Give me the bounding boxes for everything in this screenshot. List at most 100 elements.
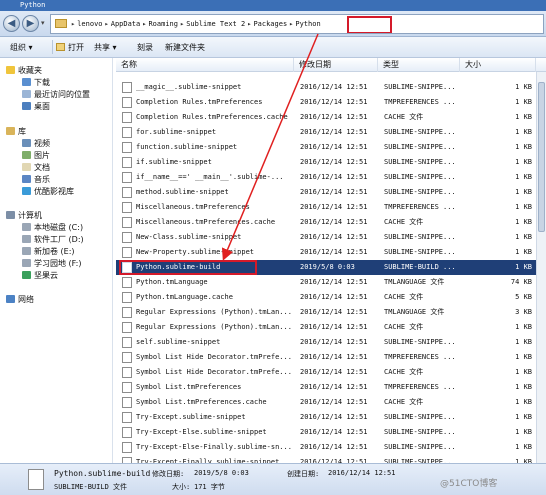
file-row[interactable]: for.sublime-snippet 2016/12/14 12:51 SUBLI… xyxy=(116,125,536,140)
file-row[interactable]: Try-Except-Else-Finally.sublime-sn... 201… xyxy=(116,440,536,455)
breadcrumb-sublime-text-2[interactable]: Sublime Text 2 xyxy=(186,15,245,33)
file-row[interactable]: Symbol List.tmPreferences.cache 2016/12/1… xyxy=(116,395,536,410)
breadcrumb-appdata[interactable]: AppData xyxy=(111,15,141,33)
sidebar-item-network[interactable]: 网络 xyxy=(6,294,34,305)
sidebar-item-libraries[interactable]: 库 xyxy=(6,126,26,137)
file-icon xyxy=(122,172,132,183)
file-row[interactable]: Regular Expressions (Python).tmLan... 201… xyxy=(116,305,536,320)
breadcrumb-lenovo[interactable]: lenovo xyxy=(77,15,102,33)
organize-button[interactable]: 组织 ▾ xyxy=(10,42,33,53)
file-row[interactable]: function.sublime-snippet 2016/12/14 12:51… xyxy=(116,140,536,155)
chevron-icon[interactable]: ▸ xyxy=(105,20,109,28)
file-row[interactable]: New-Property.sublime-snippet 2016/12/14 1… xyxy=(116,245,536,260)
file-date: 2016/12/14 12:51 xyxy=(300,338,368,346)
sidebar-item-pictures[interactable]: 图片 xyxy=(22,150,50,161)
burn-button[interactable]: 刻录 xyxy=(137,42,153,53)
file-name: Miscellaneous.tmPreferences xyxy=(136,203,250,211)
file-row[interactable]: Python.tmLanguage.cache 2016/12/14 12:51 C… xyxy=(116,290,536,305)
breadcrumb-roaming[interactable]: Roaming xyxy=(148,15,178,33)
file-row[interactable]: self.sublime-snippet 2016/12/14 12:51 SUBL… xyxy=(116,335,536,350)
highlight-box-breadcrumb xyxy=(347,16,392,33)
details-type: SUBLIME-BUILD 文件 xyxy=(54,483,128,491)
sidebar-label: 计算机 xyxy=(18,211,42,220)
file-row[interactable]: __magic__.sublime-snippet 2016/12/14 12:5… xyxy=(116,80,536,95)
file-row[interactable]: Miscellaneous.tmPreferences.cache 2016/12… xyxy=(116,215,536,230)
file-type: CACHE 文件 xyxy=(384,218,424,226)
file-row[interactable]: Regular Expressions (Python).tmLan... 201… xyxy=(116,320,536,335)
file-icon xyxy=(122,157,132,168)
file-row[interactable]: Symbol List Hide Decorator.tmPrefe... 201… xyxy=(116,350,536,365)
sidebar-item-youku[interactable]: 优酷影视库 xyxy=(22,186,74,197)
sidebar-item-drive-f[interactable]: 学习园地 (F:) xyxy=(22,258,81,269)
file-row[interactable]: Completion Rules.tmPreferences 2016/12/14… xyxy=(116,95,536,110)
sidebar-item-downloads[interactable]: 下载 xyxy=(22,77,50,88)
sidebar-item-videos[interactable]: 视频 xyxy=(22,138,50,149)
file-row[interactable]: Try-Except-Else.sublime-snippet 2016/12/1… xyxy=(116,425,536,440)
scrollbar-thumb[interactable] xyxy=(538,82,545,232)
details-size-label: 大小: xyxy=(172,483,191,491)
open-button[interactable]: 打开 xyxy=(56,42,84,53)
sidebar-item-drive-e[interactable]: 新加卷 (E:) xyxy=(22,246,75,257)
chevron-icon[interactable]: ▸ xyxy=(142,20,146,28)
column-header-name[interactable]: 名称 xyxy=(116,58,294,72)
file-name: Completion Rules.tmPreferences xyxy=(136,98,263,106)
vertical-scrollbar[interactable] xyxy=(536,72,546,463)
file-icon xyxy=(122,97,132,108)
forward-button[interactable]: ▶ xyxy=(22,15,39,32)
file-row[interactable]: Miscellaneous.tmPreferences 2016/12/14 12… xyxy=(116,200,536,215)
file-icon xyxy=(122,112,132,123)
file-type: TMPREFERENCES ... xyxy=(384,353,456,361)
file-date: 2016/12/14 12:51 xyxy=(300,113,368,121)
breadcrumb-python[interactable]: Python xyxy=(295,15,320,33)
window-title-bar: Python xyxy=(0,0,546,11)
file-row[interactable]: Python.sublime-build 2019/5/8 0:03 SUBLIME… xyxy=(116,260,536,275)
sidebar-label: 桌面 xyxy=(34,102,50,111)
file-row[interactable]: if.sublime-snippet 2016/12/14 12:51 SUBLIM… xyxy=(116,155,536,170)
file-type: SUBLIME-SNIPPE... xyxy=(384,83,456,91)
file-date: 2016/12/14 12:51 xyxy=(300,353,368,361)
column-header-size[interactable]: 大小 xyxy=(460,58,536,72)
sidebar-item-computer[interactable]: 计算机 xyxy=(6,210,42,221)
file-date: 2016/12/14 12:51 xyxy=(300,293,368,301)
share-button[interactable]: 共享 ▾ xyxy=(94,42,117,53)
sidebar-item-recent[interactable]: 最近访问的位置 xyxy=(22,89,90,100)
file-date: 2016/12/14 12:51 xyxy=(300,428,368,436)
file-row[interactable]: Try-Except-Finally.sublime-snippet 2016/1… xyxy=(116,455,536,463)
file-row[interactable]: method.sublime-snippet 2016/12/14 12:51 SU… xyxy=(116,185,536,200)
chevron-icon[interactable]: ▸ xyxy=(247,20,251,28)
address-bar[interactable]: ▸ lenovo ▸ AppData ▸ Roaming ▸ Sublime Text 2 ▸ P… xyxy=(50,14,544,34)
file-row[interactable]: if__name__==' __main__'.sublime-... 2016/… xyxy=(116,170,536,185)
sidebar-item-favorites[interactable]: 收藏夹 xyxy=(6,65,42,76)
file-row[interactable]: Completion Rules.tmPreferences.cache 2016… xyxy=(116,110,536,125)
chevron-icon[interactable]: ▸ xyxy=(180,20,184,28)
file-row[interactable]: Symbol List Hide Decorator.tmPrefe... 201… xyxy=(116,365,536,380)
column-header-date[interactable]: 修改日期 xyxy=(294,58,378,72)
file-size: 1 KB xyxy=(515,428,532,436)
file-date: 2016/12/14 12:51 xyxy=(300,218,368,226)
file-name: function.sublime-snippet xyxy=(136,143,238,151)
file-date: 2016/12/14 12:51 xyxy=(300,98,368,106)
sidebar-item-documents[interactable]: 文档 xyxy=(22,162,50,173)
file-type: CACHE 文件 xyxy=(384,398,424,406)
sidebar-item-jianguoyun[interactable]: 坚果云 xyxy=(22,270,58,281)
breadcrumb-packages[interactable]: Packages xyxy=(253,15,287,33)
star-icon xyxy=(6,66,15,74)
file-row[interactable]: Python.tmLanguage 2016/12/14 12:51 TMLANGU… xyxy=(116,275,536,290)
file-icon xyxy=(122,292,132,303)
file-row[interactable]: Symbol List.tmPreferences 2016/12/14 12:5… xyxy=(116,380,536,395)
back-button[interactable]: ◀ xyxy=(3,15,20,32)
sidebar-item-drive-d[interactable]: 软件工厂 (D:) xyxy=(22,234,84,245)
file-size: 1 KB xyxy=(515,443,532,451)
new-folder-button[interactable]: 新建文件夹 xyxy=(165,42,205,53)
chevron-icon[interactable]: ▸ xyxy=(289,20,293,28)
sidebar-item-drive-c[interactable]: 本地磁盘 (C:) xyxy=(22,222,83,233)
file-row[interactable]: Try-Except.sublime-snippet 2016/12/14 12:… xyxy=(116,410,536,425)
sidebar-item-desktop[interactable]: 桌面 xyxy=(22,101,50,112)
file-size: 1 KB xyxy=(515,413,532,421)
file-row[interactable]: New-Class.sublime-snippet 2016/12/14 12:5… xyxy=(116,230,536,245)
file-type: SUBLIME-BUILD ... xyxy=(384,263,456,271)
sidebar-item-music[interactable]: 音乐 xyxy=(22,174,50,185)
column-header-type[interactable]: 类型 xyxy=(378,58,460,72)
recent-pages-dropdown[interactable]: ▾ xyxy=(41,19,45,27)
file-name: __magic__.sublime-snippet xyxy=(136,83,242,91)
